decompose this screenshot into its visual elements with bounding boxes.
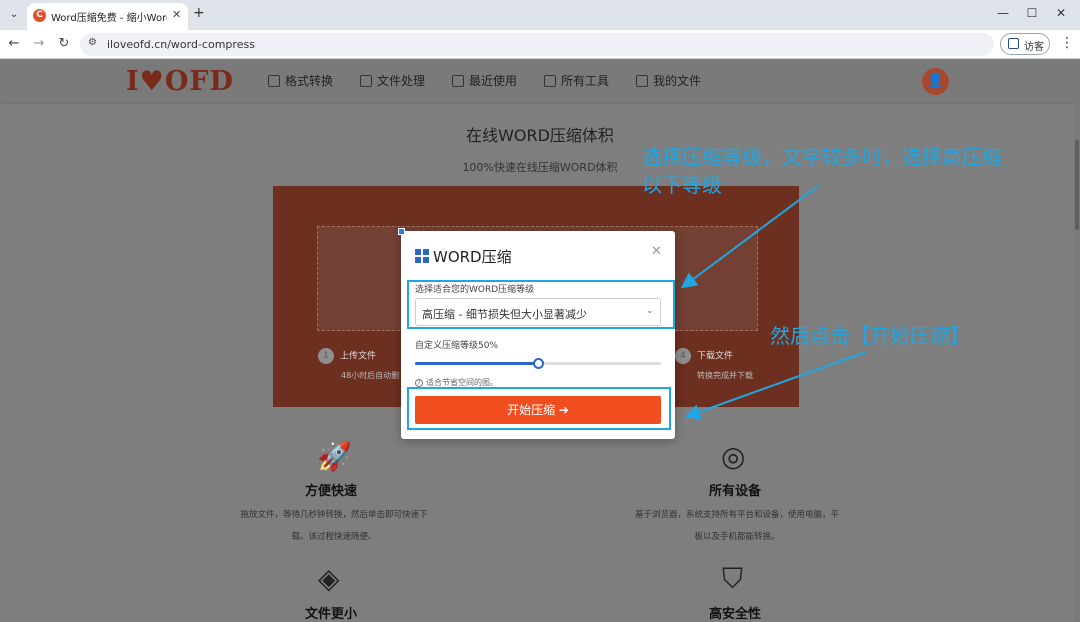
- rocket-icon: 🚀: [317, 440, 352, 473]
- close-window-icon[interactable]: ✕: [1053, 6, 1069, 20]
- layers-icon: ◈: [318, 562, 340, 595]
- selection-handle: [398, 228, 405, 235]
- step-upload-desc: 48小时后自动删: [341, 371, 400, 380]
- address-bar-row: ← → ↻ ⚙ iloveofd.cn/word-compress 访客 ⋮: [0, 30, 1080, 59]
- nav-my-files[interactable]: 我的文件: [636, 72, 701, 89]
- compression-slider[interactable]: [415, 358, 661, 369]
- browser-tab-bar: ⌄ C Word压缩免费 - 缩小Word体积 ✕ + — ☐ ✕: [0, 0, 1080, 30]
- reload-icon[interactable]: ↻: [56, 36, 72, 51]
- guest-label: 访客: [1024, 42, 1044, 53]
- nav-recent[interactable]: 最近使用: [452, 72, 517, 89]
- site-logo[interactable]: I♥OFD: [126, 66, 234, 97]
- my-files-icon: [636, 75, 648, 87]
- back-arrow-icon[interactable]: ←: [6, 36, 22, 51]
- slider-thumb[interactable]: [533, 358, 544, 369]
- tab-close-icon[interactable]: ✕: [172, 8, 181, 21]
- annotation-select-level: 选择压缩等级，文字较多时，选择高压缩 以下等级: [642, 145, 1002, 197]
- step-download-desc: 转换完成并下载: [697, 371, 753, 380]
- url-text: iloveofd.cn/word-compress: [107, 38, 255, 51]
- profile-icon: [1008, 38, 1019, 49]
- tab-title: Word压缩免费 - 缩小Word体积: [51, 13, 167, 24]
- grid-icon: [415, 249, 429, 263]
- format-convert-icon: [268, 75, 280, 87]
- site-settings-icon[interactable]: ⚙: [88, 37, 97, 48]
- target-icon: ◎: [721, 440, 746, 473]
- browser-menu-icon[interactable]: ⋮: [1060, 35, 1074, 51]
- feature-title-fast: 方便快速: [305, 484, 358, 499]
- file-process-icon: [360, 75, 372, 87]
- feature-title-devices: 所有设备: [709, 484, 762, 499]
- nav-all-tools[interactable]: 所有工具: [544, 72, 609, 89]
- page-scrollbar[interactable]: [1074, 60, 1080, 622]
- close-icon[interactable]: ✕: [651, 244, 662, 259]
- step-upload: 1 上传文件: [318, 348, 376, 364]
- forward-arrow-icon[interactable]: →: [31, 36, 47, 51]
- feature-title-secure: 高安全性: [709, 607, 762, 622]
- site-favicon-icon: C: [33, 9, 46, 22]
- url-field[interactable]: ⚙ iloveofd.cn/word-compress: [80, 33, 994, 56]
- slider-fill: [415, 362, 538, 365]
- custom-level-label: 自定义压缩等级50%: [415, 341, 499, 351]
- browser-tab[interactable]: C Word压缩免费 - 缩小Word体积 ✕: [27, 3, 188, 30]
- recent-icon: [452, 75, 464, 87]
- dialog-title: WORD压缩: [433, 248, 512, 266]
- minimize-icon[interactable]: —: [995, 6, 1011, 20]
- nav-file-process[interactable]: 文件处理: [360, 72, 425, 89]
- feature-desc-devices: 基于浏览器，系统支持所有平台和设备，使用电脑，平 板以及手机都能转换。: [634, 510, 839, 542]
- highlight-start-button: [407, 387, 671, 430]
- tab-list-chevron-icon[interactable]: ⌄: [5, 6, 23, 24]
- maximize-icon[interactable]: ☐: [1024, 6, 1040, 20]
- new-tab-icon[interactable]: +: [193, 5, 205, 21]
- question-icon: ?: [415, 379, 423, 387]
- feature-title-smaller: 文件更小: [305, 607, 358, 622]
- site-header: I♥OFD 格式转换 文件处理 最近使用 所有工具 我的文件 👤: [0, 60, 1080, 102]
- user-avatar-icon[interactable]: 👤: [922, 68, 949, 95]
- guest-profile-button[interactable]: 访客: [1000, 33, 1050, 55]
- annotation-click-start: 然后点击【开始压缩】: [770, 324, 970, 348]
- nav-format-convert[interactable]: 格式转换: [268, 72, 333, 89]
- feature-desc-fast: 拖放文件，等待几秒钟转换，然后单击即可快速下 载。该过程快速随便。: [240, 510, 428, 542]
- highlight-level-select: [407, 280, 675, 329]
- all-tools-icon: [544, 75, 556, 87]
- shield-icon: ⛉: [722, 562, 744, 595]
- scrollbar-thumb[interactable]: [1075, 140, 1079, 230]
- step-download: 4 下载文件: [675, 348, 733, 364]
